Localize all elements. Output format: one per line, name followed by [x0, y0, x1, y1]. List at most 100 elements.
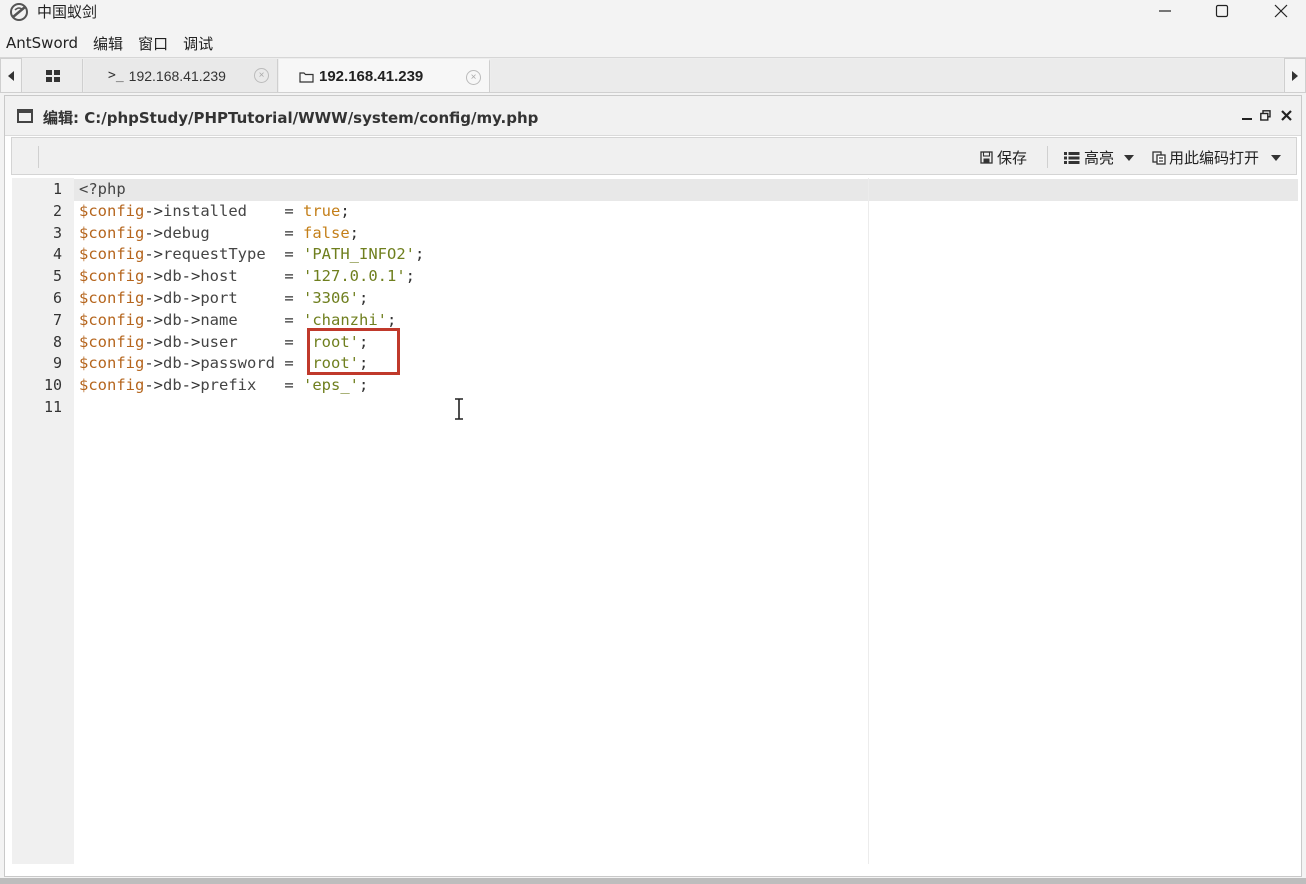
code-token: -> — [181, 354, 201, 373]
menu-edit[interactable]: 编辑 — [93, 33, 123, 54]
code-token: 'PATH_INFO2' — [303, 245, 415, 264]
code-token: ; — [359, 332, 369, 351]
code-token: '3306' — [303, 288, 360, 307]
code-token: ; — [359, 376, 369, 395]
line-number: 11 — [43, 397, 62, 416]
code-token: ; — [340, 201, 350, 220]
tab-bar: >_ 192.168.41.239 × 192.168.41.239 × — [0, 57, 1306, 93]
code-token: 'eps_' — [303, 376, 360, 395]
menu-bar: AntSword 编辑 窗口 调试 — [0, 30, 1306, 56]
line-number: 5 — [52, 267, 62, 286]
code-token: db — [163, 354, 182, 373]
code-token: db — [163, 332, 182, 351]
line-numbers: 1 2 3 4 5 6 7 8 9 10 11 — [12, 179, 62, 419]
line-number: 7 — [52, 310, 62, 329]
code-token: -> — [144, 245, 163, 264]
code-token: requestType — [163, 245, 285, 264]
minimize-icon — [1242, 118, 1252, 120]
code-line: $config->installed = true; — [79, 201, 424, 223]
window-bottom-edge — [0, 878, 1306, 884]
tab-file-manager-close-icon[interactable]: × — [466, 70, 481, 85]
tab-bar-empty-area — [491, 59, 1283, 92]
line-number: 3 — [52, 223, 62, 242]
close-icon — [1280, 109, 1292, 121]
tab-terminal-close-icon[interactable]: × — [254, 68, 269, 83]
code-line: $config->debug = false; — [79, 223, 424, 245]
title-bar: 中国蚁剑 — [0, 0, 1306, 30]
triangle-left-icon — [8, 70, 14, 81]
code-token: true — [303, 201, 341, 220]
highlight-dropdown-button[interactable]: 高亮 — [1064, 147, 1135, 168]
line-number: 9 — [52, 354, 62, 373]
code-token: $config — [79, 354, 145, 373]
minimize-button[interactable] — [1142, 0, 1188, 22]
code-token: $config — [79, 288, 145, 307]
code-line: $config->db->password = 'root'; — [79, 353, 424, 375]
code-token: $config — [79, 310, 145, 329]
code-line: $config->db->host = '127.0.0.1'; — [79, 266, 424, 288]
chevron-down-icon — [1271, 154, 1282, 161]
code-token: <?php — [79, 180, 126, 198]
close-icon — [1274, 4, 1288, 18]
maximize-icon — [1215, 4, 1229, 18]
code-editor[interactable]: 1 2 3 4 5 6 7 8 9 10 11 <?php $config->installed = … — [12, 178, 1298, 864]
highlight-label: 高亮 — [1084, 149, 1115, 167]
maximize-button[interactable] — [1199, 0, 1245, 22]
close-window-button[interactable] — [1258, 0, 1304, 22]
code-token: = — [284, 376, 304, 395]
line-number: 10 — [43, 376, 62, 395]
panel-restore-button[interactable] — [1257, 106, 1273, 124]
open-with-encoding-dropdown-button[interactable]: 用此编码打开 — [1152, 147, 1282, 168]
line-number: 1 — [52, 180, 62, 198]
code-token: -> — [144, 376, 163, 395]
line-number: 2 — [52, 201, 62, 220]
tab-scroll-right-button[interactable] — [1284, 58, 1306, 93]
open-with-encoding-label: 用此编码打开 — [1169, 149, 1260, 167]
code-token: -> — [181, 288, 201, 307]
menu-antsword[interactable]: AntSword — [6, 34, 78, 52]
code-token: -> — [144, 201, 163, 220]
code-token: db — [163, 310, 182, 329]
code-token: -> — [181, 267, 201, 286]
encoding-icon — [1152, 150, 1166, 165]
code-line: $config->db->user = 'root'; — [79, 332, 424, 354]
tab-file-manager[interactable]: 192.168.41.239 × — [279, 59, 490, 92]
code-token: ; — [349, 223, 360, 242]
code-token: debug — [163, 223, 285, 242]
code-token: $config — [79, 245, 145, 264]
minimize-icon — [1159, 10, 1171, 12]
panel-minimize-button[interactable] — [1239, 106, 1255, 124]
tab-file-manager-label: 192.168.41.239 — [319, 68, 424, 85]
save-button[interactable]: 保存 — [980, 147, 1027, 168]
code-token: = — [284, 354, 304, 373]
code-token: $config — [79, 223, 145, 242]
code-token: -> — [144, 288, 163, 307]
folder-icon — [299, 71, 314, 83]
tab-scroll-left-button[interactable] — [0, 58, 22, 93]
triangle-right-icon — [1292, 70, 1298, 81]
tab-home[interactable] — [23, 59, 83, 92]
line-number: 8 — [52, 332, 62, 351]
code-token: -> — [181, 376, 201, 395]
save-icon — [980, 151, 993, 164]
panel-close-button[interactable] — [1278, 106, 1294, 124]
terminal-icon: >_ — [108, 68, 124, 83]
code-token: -> — [181, 332, 201, 351]
tab-terminal[interactable]: >_ 192.168.41.239 × — [84, 59, 278, 92]
editor-panel-header: 编辑: C:/phpStudy/PHPTutorial/WWW/system/c… — [5, 96, 1301, 136]
code-token: '127.0.0.1' — [303, 267, 406, 286]
code-token: 'chanzhi' — [303, 310, 388, 329]
menu-window[interactable]: 窗口 — [138, 33, 168, 54]
menu-debug[interactable]: 调试 — [183, 33, 213, 54]
code-line: $config->db->name = 'chanzhi'; — [79, 310, 424, 332]
code-token: $config — [79, 332, 145, 351]
code-line: $config->requestType = 'PATH_INFO2'; — [79, 244, 424, 266]
code-token: ; — [359, 354, 369, 373]
print-margin — [868, 178, 869, 864]
code-lines: <?php $config->installed = true; $config->… — [79, 179, 424, 419]
code-token: ; — [414, 245, 425, 264]
grid-icon — [45, 69, 60, 82]
text-cursor-icon — [455, 398, 463, 420]
code-line: <?php — [79, 179, 424, 201]
